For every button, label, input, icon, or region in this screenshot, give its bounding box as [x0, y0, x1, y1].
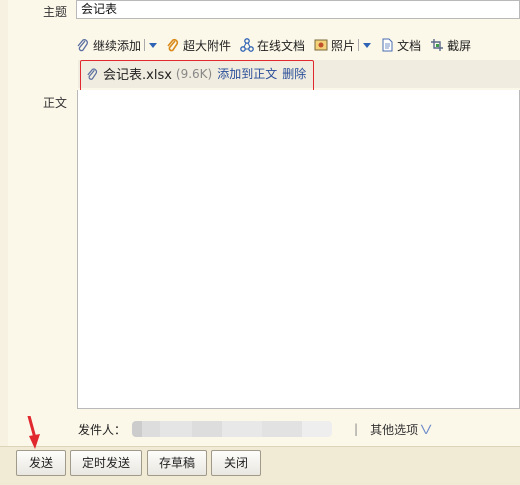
sender-label: 发件人： [78, 422, 127, 437]
sender-address-redacted[interactable] [132, 421, 333, 437]
paperclip-icon [87, 67, 98, 80]
chevron-down-icon: ⋁ [420, 423, 432, 435]
photo-button[interactable]: 照片 [314, 37, 355, 54]
attachment-toolbar: 继续添加 超大附件 在线文档 照片 文档 截屏 [76, 34, 480, 56]
photo-dropdown-icon[interactable] [363, 42, 372, 48]
attachment-size: (9.6K) [175, 66, 213, 81]
toolbar-separator [144, 39, 146, 51]
continue-add-button[interactable]: 继续添加 [76, 37, 141, 54]
online-doc-button[interactable]: 在线文档 [240, 37, 305, 54]
photo-icon [314, 39, 328, 51]
document-icon [382, 38, 393, 52]
document-label: 文档 [397, 38, 422, 53]
scheduled-send-button[interactable]: 定时发送 [70, 450, 142, 476]
continue-add-label: 继续添加 [93, 38, 142, 53]
paperclip-icon [77, 39, 88, 52]
other-options-label: 其他选项 [370, 422, 419, 437]
sender-divider: | [354, 422, 359, 436]
photo-label: 照片 [331, 38, 356, 53]
close-button[interactable]: 关闭 [211, 450, 261, 476]
online-doc-label: 在线文档 [257, 38, 306, 53]
document-button[interactable]: 文档 [380, 37, 421, 54]
continue-add-dropdown-icon[interactable] [149, 42, 158, 48]
add-to-body-link[interactable]: 添加到正文 [217, 65, 277, 82]
other-options-button[interactable]: 其他选项 ⋁ [370, 421, 432, 438]
subject-input[interactable]: 会记表 [76, 0, 520, 19]
send-button[interactable]: 发送 [16, 450, 66, 476]
sender-row: 发件人： | 其他选项 ⋁ [78, 420, 432, 438]
attachment-filename: 会记表.xlsx [103, 68, 172, 83]
attachment-item: 会记表.xlsx (9.6K) 添加到正文 删除 [86, 64, 306, 83]
subject-label: 主题 [43, 5, 68, 19]
body-label: 正文 [43, 96, 68, 110]
online-doc-icon [240, 38, 254, 52]
screenshot-icon [431, 39, 444, 51]
screenshot-label: 截屏 [447, 38, 472, 53]
toolbar-separator [358, 39, 360, 51]
large-attachment-label: 超大附件 [183, 38, 232, 53]
screenshot-button[interactable]: 截屏 [430, 37, 471, 54]
large-attachment-button[interactable]: 超大附件 [166, 37, 231, 54]
delete-attachment-link[interactable]: 删除 [282, 65, 306, 82]
large-attachment-icon [167, 38, 179, 52]
body-editor[interactable] [77, 90, 520, 409]
annotation-arrow-icon [27, 416, 40, 449]
save-draft-button[interactable]: 存草稿 [147, 450, 207, 476]
